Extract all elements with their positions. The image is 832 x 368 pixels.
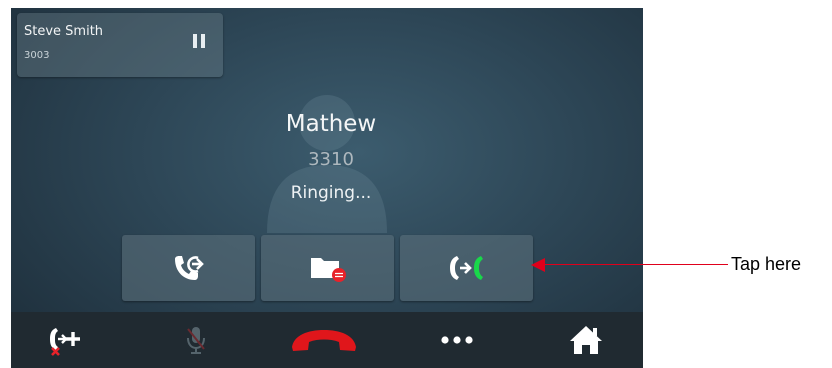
home-icon <box>570 326 602 354</box>
call-status: Ringing... <box>290 183 372 203</box>
add-participant-button[interactable] <box>11 312 121 368</box>
callout-line <box>545 264 728 265</box>
voicemail-button[interactable] <box>261 235 394 301</box>
caller-name: Mathew <box>285 111 377 137</box>
held-caller-name: Steve Smith <box>24 24 104 39</box>
home-button[interactable] <box>531 312 641 368</box>
end-call-icon <box>292 330 356 351</box>
add-participant-icon <box>50 328 80 356</box>
caller-extension: 3310 <box>308 149 354 170</box>
voicemail-folder-icon <box>310 258 346 282</box>
phone-screen: Steve Smith 3003 Mathew 3310 Ringing... <box>11 8 643 368</box>
held-caller-extension: 3003 <box>24 50 50 61</box>
end-call-button[interactable] <box>269 312 379 368</box>
bottom-toolbar <box>11 312 643 368</box>
mute-button[interactable] <box>141 312 251 368</box>
mute-microphone-icon <box>187 327 205 354</box>
call-forward-button[interactable] <box>122 235 255 301</box>
pause-icon <box>193 34 205 48</box>
callout-arrow-icon <box>531 258 545 272</box>
callout-label: Tap here <box>731 254 802 274</box>
more-options-icon <box>441 336 473 344</box>
more-options-button[interactable] <box>402 312 512 368</box>
transfer-call-icon <box>449 256 483 280</box>
call-forward-icon <box>174 256 204 280</box>
transfer-call-button[interactable] <box>400 235 533 301</box>
held-call-card[interactable]: Steve Smith 3003 <box>17 13 223 77</box>
